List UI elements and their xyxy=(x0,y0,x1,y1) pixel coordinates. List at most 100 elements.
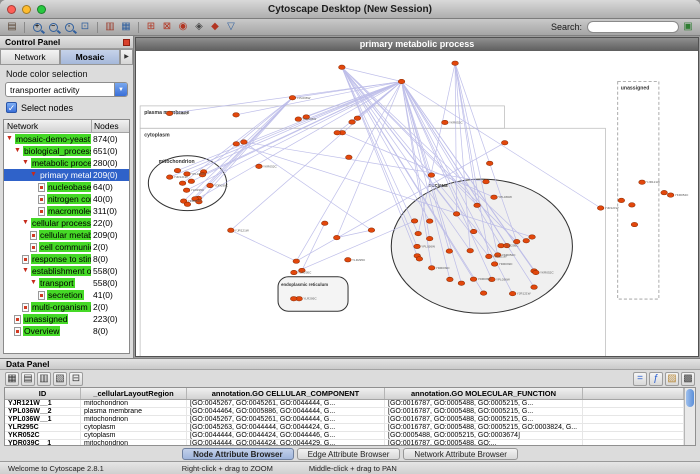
tree-row[interactable]: response to stimul...8(0) xyxy=(4,253,129,265)
new-attribute-icon[interactable]: ▤ xyxy=(21,372,35,386)
graph-node[interactable] xyxy=(256,164,263,168)
graph-node[interactable] xyxy=(414,244,421,248)
graph-node[interactable] xyxy=(334,131,341,135)
open-session-icon[interactable]: ▤ xyxy=(5,20,19,34)
graph-node[interactable] xyxy=(345,258,352,262)
create-network-icon[interactable]: ⊞ xyxy=(144,20,158,34)
table-cell[interactable]: cytoplasm xyxy=(81,424,187,431)
first-neighbors-icon[interactable]: ◉ xyxy=(176,20,190,34)
graph-node[interactable] xyxy=(174,168,181,172)
table-cell[interactable]: [GO:0044444, GO:0044424, GO:0044446, G..… xyxy=(187,432,385,439)
table-cell[interactable]: [GO:0044464, GO:0005886, GO:0044444, G..… xyxy=(187,408,385,415)
graph-node[interactable] xyxy=(491,195,498,199)
tree-row[interactable]: Overview8(0) xyxy=(4,325,129,337)
tree-row[interactable]: nitrogen compo...40(0) xyxy=(4,193,129,205)
graph-node[interactable] xyxy=(293,259,300,263)
graph-node[interactable] xyxy=(166,175,173,179)
graph-node[interactable] xyxy=(501,140,508,144)
table-cell[interactable]: [GO:0016787, GO:0005488, GO:... xyxy=(385,440,583,445)
tree-row[interactable]: nucleobase...64(0) xyxy=(4,181,129,193)
search-input[interactable] xyxy=(587,21,679,33)
expand-arrow-icon[interactable]: ▼ xyxy=(22,157,31,169)
graph-node[interactable] xyxy=(452,61,459,65)
tree-row[interactable]: secretion41(0) xyxy=(4,289,129,301)
graph-node[interactable] xyxy=(667,193,674,197)
tree-row[interactable]: multi-organism pro...2(0) xyxy=(4,301,129,313)
graph-node[interactable] xyxy=(428,173,435,177)
graph-node[interactable] xyxy=(398,79,405,83)
tree-row[interactable]: cell communica...2(0) xyxy=(4,241,129,253)
graph-node[interactable] xyxy=(533,270,540,274)
table-cell[interactable]: [GO:0016787, GO:0005488, GO:0005215, GO:… xyxy=(385,424,583,431)
graph-node[interactable] xyxy=(416,257,423,261)
zoom-selected-icon[interactable]: ▫ xyxy=(62,20,76,34)
tree-row[interactable]: ▼cellular process22(0) xyxy=(4,217,129,229)
graph-node[interactable] xyxy=(295,117,302,121)
graph-node[interactable] xyxy=(470,229,477,233)
tab-network[interactable]: Network xyxy=(0,49,60,65)
tree-row[interactable]: cellular metabo...209(0) xyxy=(4,229,129,241)
graph-node[interactable] xyxy=(411,219,418,223)
graph-node[interactable] xyxy=(486,161,493,165)
graph-node[interactable] xyxy=(486,254,493,258)
table-cell[interactable]: YPL036W__2 xyxy=(5,408,81,415)
select-nodes-checkbox[interactable] xyxy=(6,102,17,113)
node-color-dropdown[interactable]: transporter activity ▼ xyxy=(5,82,128,97)
column-header[interactable]: _cellularLayoutRegion xyxy=(81,388,187,399)
tab-network-attribute-browser[interactable]: Network Attribute Browser xyxy=(403,448,517,460)
graph-node[interactable] xyxy=(354,116,361,120)
zoom-out-icon[interactable]: − xyxy=(46,20,60,34)
graph-node[interactable] xyxy=(442,120,449,124)
hide-selected-icon[interactable]: ▥ xyxy=(103,20,117,34)
select-columns-icon[interactable]: ▧ xyxy=(53,372,67,386)
tab-node-attribute-browser[interactable]: Node Attribute Browser xyxy=(182,448,294,460)
graph-node[interactable] xyxy=(447,277,454,281)
table-cell[interactable]: [GO:0005488, GO:0005215, GO:0003674] xyxy=(385,432,583,439)
zoom-in-icon[interactable]: + xyxy=(30,20,44,34)
expand-arrow-icon[interactable]: ▼ xyxy=(30,169,39,181)
zoom-fit-icon[interactable]: ⊡ xyxy=(78,20,92,34)
graph-node[interactable] xyxy=(531,285,538,289)
tab-edge-attribute-browser[interactable]: Edge Attribute Browser xyxy=(297,448,401,460)
expand-arrow-icon[interactable]: ▼ xyxy=(6,133,15,145)
table-cell[interactable]: cytoplasm xyxy=(81,432,187,439)
table-cell[interactable]: YDR039C__1 xyxy=(5,440,81,445)
table-cell[interactable]: YLR295C xyxy=(5,424,81,431)
attribute-table-icon[interactable]: ▦ xyxy=(5,372,19,386)
graph-node[interactable] xyxy=(467,248,474,252)
graph-node[interactable] xyxy=(639,180,646,184)
tree-row[interactable]: ▼metabolic process280(0) xyxy=(4,157,129,169)
plugins-icon[interactable]: ▣ xyxy=(681,20,695,34)
float-panel-button[interactable] xyxy=(123,39,130,46)
graph-node[interactable] xyxy=(483,179,490,183)
minimize-button[interactable] xyxy=(22,5,31,14)
graph-node[interactable] xyxy=(291,270,298,274)
graph-node[interactable] xyxy=(368,228,375,232)
expand-arrow-icon[interactable]: ▼ xyxy=(22,217,31,229)
function-builder-icon[interactable]: ƒ xyxy=(649,372,663,386)
network-graph[interactable]: plasma membranecytoplasmmitochondrionnuc… xyxy=(136,51,698,356)
delete-attribute-icon[interactable]: ⊟ xyxy=(69,372,83,386)
destroy-network-icon[interactable]: ⊠ xyxy=(160,20,174,34)
tree-column-network[interactable]: Network xyxy=(4,120,91,132)
tree-column-nodes[interactable]: Nodes xyxy=(91,120,129,132)
expand-arrow-icon[interactable]: ▼ xyxy=(30,277,39,289)
column-header[interactable]: annotation.GO CELLULAR_COMPONENT xyxy=(187,388,385,399)
tree-row[interactable]: unassigned223(0) xyxy=(4,313,129,325)
tree-row[interactable]: ▼primary metabo...209(0) xyxy=(4,169,129,181)
close-button[interactable] xyxy=(7,5,16,14)
graph-node[interactable] xyxy=(179,181,186,185)
graph-node[interactable] xyxy=(458,281,465,285)
graph-node[interactable] xyxy=(631,222,638,226)
graph-node[interactable] xyxy=(339,65,346,69)
graph-node[interactable] xyxy=(618,198,625,202)
graph-node[interactable] xyxy=(453,212,460,216)
graph-node[interactable] xyxy=(346,155,353,159)
table-cell[interactable]: mitochondrion xyxy=(81,440,187,445)
formula-equals-icon[interactable]: = xyxy=(633,372,647,386)
import-table-icon[interactable]: ▩ xyxy=(681,372,695,386)
graph-node[interactable] xyxy=(470,277,477,281)
graph-node[interactable] xyxy=(233,142,240,146)
table-cell[interactable]: YKR052C xyxy=(5,432,81,439)
table-cell[interactable]: YPL036W__1 xyxy=(5,416,81,423)
